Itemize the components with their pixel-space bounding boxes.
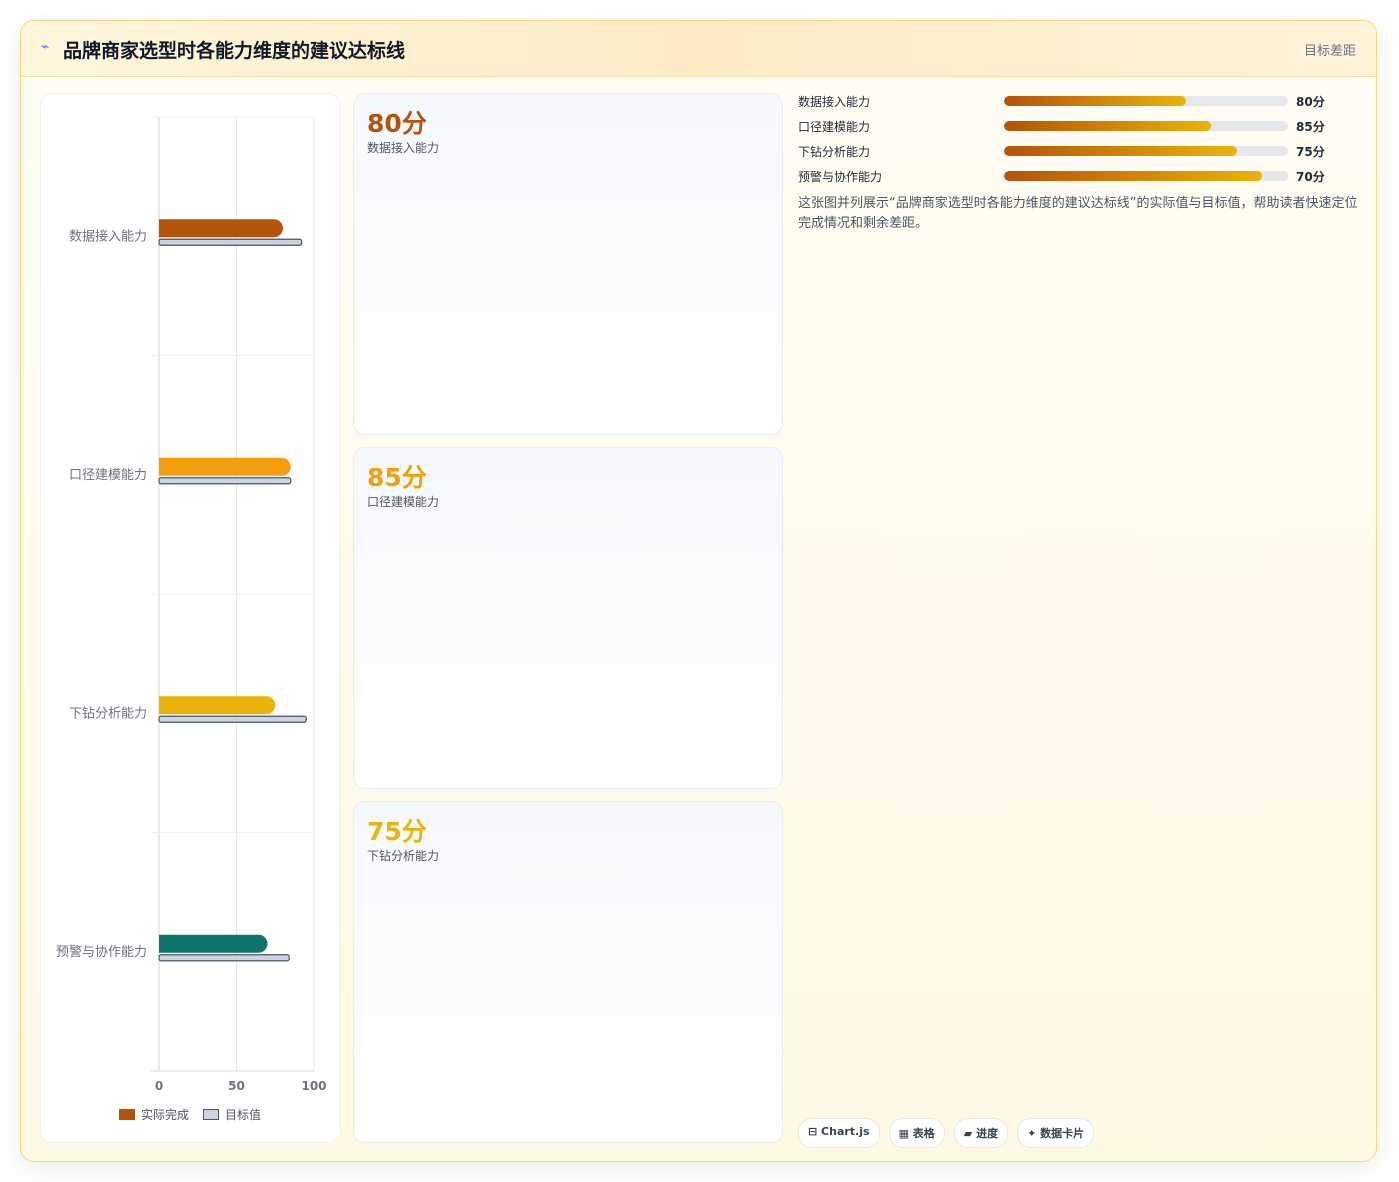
progress-name: 数据接入能力 — [798, 95, 871, 109]
x-tick-label: 50 — [228, 1079, 245, 1093]
kpi-card-label: 数据接入能力 — [367, 141, 440, 155]
progress-fill — [1004, 96, 1186, 106]
progress-row: 下钻分析能力 75分 — [798, 143, 1358, 168]
progress-name: 预警与协作能力 — [798, 170, 883, 184]
bar-actual — [159, 696, 276, 715]
chart-description: 这张图并列展示“品牌商家选型时各能力维度的建议达标线”的实际值与目标值，帮助读者… — [798, 196, 1358, 231]
kpi-card-label: 下钻分析能力 — [367, 849, 440, 863]
y-tick-label: 数据接入能力 — [69, 228, 147, 244]
chart-legend: 实际完成 目标值 — [119, 1106, 261, 1123]
y-tick-label: 下钻分析能力 — [69, 706, 147, 721]
progress-track — [1004, 171, 1288, 181]
progress-track — [1004, 96, 1288, 106]
progress-row: 预警与协作能力 70分 — [798, 168, 1358, 193]
legend-label-actual: 实际完成 — [141, 1108, 190, 1122]
bar-target — [158, 715, 307, 723]
progress-value: 80分 — [1296, 95, 1325, 109]
x-tick-label: 100 — [301, 1079, 326, 1093]
progress-value: 75分 — [1296, 145, 1325, 159]
kpi-card-3: 75分 下钻分析能力 — [353, 801, 783, 1143]
kpi-card-value: 80分 — [367, 109, 427, 138]
x-tick-label: 0 — [155, 1079, 163, 1093]
progress-value: 70分 — [1296, 170, 1325, 184]
progress-fill — [1004, 121, 1212, 131]
progress-fill — [1004, 146, 1237, 156]
bar-target — [158, 238, 303, 246]
tag-table[interactable]: ▦ 表格 — [888, 1118, 945, 1148]
bar-chart-card: 0 50 100 数据接入能力 口径建模能力 下钻分析能力预警与协作能力 实际完成 目标值 — [40, 93, 340, 1143]
progress-row: 口径建模能力 85分 — [798, 118, 1358, 143]
bar-target — [158, 477, 292, 485]
legend-item-actual[interactable]: 实际完成 — [119, 1106, 189, 1123]
progress-value: 85分 — [1296, 120, 1325, 134]
tag-list: ⊟ Chart.js ▦ 表格 ▰ 进度 ✦ 数据卡片 — [798, 1118, 1095, 1148]
chart-icon: ⌁ — [41, 39, 50, 55]
bar-chart: 0 50 100 数据接入能力口径建模能力下钻分析能力预警与协作能力 — [56, 116, 327, 1093]
kpi-card-2: 85分 口径建模能力 — [353, 447, 783, 789]
legend-label-target: 目标值 — [225, 1108, 262, 1122]
bar-target — [158, 954, 290, 962]
progress-track — [1004, 146, 1288, 156]
bar-actual — [159, 934, 268, 953]
bar-actual — [159, 219, 283, 238]
kpi-card-label: 口径建模能力 — [367, 495, 440, 509]
progress-name: 下钻分析能力 — [798, 145, 871, 159]
progress-row: 数据接入能力 80分 — [798, 93, 1358, 118]
y-tick-label: 口径建模能力 — [69, 468, 147, 483]
legend-swatch-actual — [119, 1109, 135, 1120]
progress-fill — [1004, 171, 1263, 181]
progress-list: 数据接入能力 80分 口径建模能力 85分 下钻分析能力 75分 预警与协作能力… — [798, 93, 1358, 193]
y-tick-label: 预警与协作能力 — [56, 944, 147, 960]
page-title: 品牌商家选型时各能力维度的建议达标线 — [63, 40, 406, 62]
tag-chartjs[interactable]: ⊟ Chart.js — [798, 1118, 880, 1148]
kpi-card-value: 75分 — [367, 817, 427, 846]
bar-actual — [159, 457, 291, 476]
progress-track — [1004, 121, 1288, 131]
progress-name: 口径建模能力 — [798, 120, 871, 134]
tag-data-card[interactable]: ✦ 数据卡片 — [1017, 1118, 1095, 1148]
kpi-card-value: 85分 — [367, 463, 427, 492]
kpi-card-1: 80分 数据接入能力 — [353, 93, 783, 435]
main-panel: ⌁ 品牌商家选型时各能力维度的建议达标线 目标差距 0 50 100 数据接入能力 口径… — [20, 20, 1377, 1162]
header: ⌁ 品牌商家选型时各能力维度的建议达标线 目标差距 — [21, 21, 1376, 77]
legend-item-target[interactable]: 目标值 — [203, 1106, 261, 1123]
legend-swatch-target — [203, 1109, 220, 1120]
tag-progress[interactable]: ▰ 进度 — [953, 1118, 1009, 1148]
target-gap-label: 目标差距 — [1303, 44, 1356, 59]
